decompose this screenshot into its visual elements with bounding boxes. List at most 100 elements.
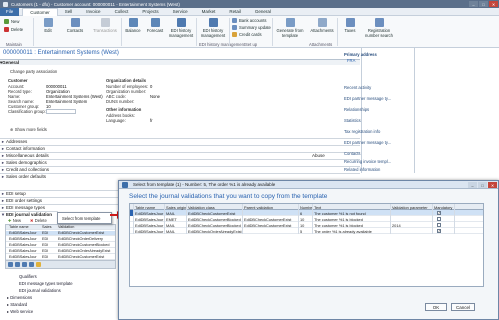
contacts-button[interactable]: Contacts — [62, 18, 88, 33]
mandatory-checkbox[interactable]: ✓ — [437, 229, 441, 233]
close-window-button[interactable]: ✕ — [489, 1, 498, 7]
tree-item[interactable]: EDI journal validations — [19, 288, 61, 293]
tree-item[interactable]: ▸ Dimensions — [7, 295, 32, 300]
change-party-link[interactable]: Change party association — [10, 69, 57, 74]
taxes-button[interactable]: Taxes — [340, 18, 360, 33]
factbox-relationships[interactable]: Relationships — [344, 106, 414, 112]
table-row[interactable]: EdiDBSalesJour EDI EdiDBCheckCustomerBlock… — [6, 243, 115, 248]
tab-projects[interactable]: Projects — [135, 8, 165, 16]
dialog-minimize-button[interactable]: – — [468, 182, 477, 188]
factbox-related-information[interactable]: Related information — [344, 166, 414, 172]
grid-header-sales[interactable]: Sales — [42, 225, 58, 229]
delete-button[interactable]: Delete — [4, 27, 23, 32]
table-row[interactable]: EdiDBSalesJour EDI EdiDBCheckCustomerExist — [6, 231, 115, 236]
balance-icon — [128, 18, 138, 27]
tab-sell[interactable]: Sell — [58, 8, 80, 16]
filter-icon[interactable] — [36, 262, 41, 267]
edi-history-button[interactable]: EDI history management — [167, 18, 195, 38]
dialog-maximize-button[interactable]: □ — [478, 182, 487, 188]
mandatory-checkbox[interactable]: ✓ — [437, 211, 441, 215]
tab-collect[interactable]: Collect — [108, 8, 136, 16]
summary-update-button[interactable]: Summary update — [232, 25, 271, 30]
first-record-icon[interactable] — [8, 262, 13, 267]
edit-button[interactable]: Edit — [38, 18, 58, 33]
new-button[interactable]: New — [4, 19, 19, 24]
fasttab-general[interactable]: ▾ General — [0, 59, 360, 65]
table-row[interactable]: EdiDBSalesJour EDI EdiDBCheckOrderAlreadyE… — [6, 249, 115, 254]
factbox-primary-address[interactable]: Primary address — [344, 51, 414, 57]
fasttab-sales-demographics[interactable]: ▸ Sales demographics — [0, 159, 360, 165]
factbox-edi-partner[interactable]: EDI partner message ty... — [344, 95, 414, 101]
previous-record-icon[interactable] — [15, 262, 20, 267]
new-icon — [4, 19, 9, 24]
mandatory-checkbox[interactable] — [437, 217, 441, 221]
mandatory-checkbox[interactable] — [437, 223, 441, 227]
ok-button[interactable]: OK — [425, 303, 447, 311]
app-icon — [3, 1, 8, 7]
language-label: Language: — [106, 118, 126, 123]
dialog-close-button[interactable]: ✕ — [488, 182, 497, 188]
edi-history-button-2[interactable]: EDI history management — [198, 18, 228, 38]
factbox-edi-partner-2[interactable]: EDI partner message ty... — [344, 139, 414, 145]
attachments-button[interactable]: Attachments — [308, 18, 336, 33]
table-row[interactable]: EdiDBSalesJour EDI EdiDBCheckOrderDelivery — [6, 237, 115, 242]
factbox-statistics[interactable]: Statistics — [344, 117, 414, 123]
dialog-icon — [122, 182, 128, 188]
cancel-button[interactable]: Cancel — [451, 303, 475, 311]
tree-item[interactable]: ▸ Web service — [7, 309, 33, 314]
tab-file[interactable]: File — [0, 7, 20, 16]
factbox-contacts[interactable]: Contacts — [344, 150, 414, 156]
credit-cards-button[interactable]: Credit cards — [232, 32, 262, 37]
registration-search-button[interactable]: Registration number search — [362, 18, 396, 38]
balance-button[interactable]: Balance — [123, 18, 143, 33]
employees-value[interactable]: 0 — [150, 84, 152, 89]
table-row[interactable]: EdiDBSalesJour MAIL EdiDBCheckOrderAlrea… — [130, 228, 483, 234]
tree-item[interactable]: ▸ Standard — [7, 302, 27, 307]
fasttab-credit-collections[interactable]: ▸ Credit and collections — [0, 166, 360, 172]
journal-new-button[interactable]: ✚ New — [8, 218, 21, 223]
tree-item[interactable]: Qualifiers — [19, 274, 37, 279]
fasttab-addresses[interactable]: ▸ Addresses — [0, 138, 360, 144]
tab-service[interactable]: Service — [166, 8, 195, 16]
factbox-recent-activity[interactable]: Recent activity — [344, 84, 414, 90]
journal-validation-grid: Table name Sales Validation EdiDBSalesJo… — [5, 224, 116, 260]
bank-icon — [232, 18, 237, 23]
transactions-button[interactable]: Transactions — [90, 18, 120, 33]
grid-header-table[interactable]: Table name — [6, 225, 42, 229]
grid-header-validation[interactable]: Validation — [58, 225, 113, 229]
bank-accounts-button[interactable]: Bank accounts — [232, 18, 266, 23]
search-name-value[interactable]: Entertainment System — [46, 99, 87, 104]
template-icon — [285, 18, 295, 27]
fasttab-edi-order-settings[interactable]: ▸ EDI order settings — [0, 197, 118, 203]
dialog-title-bar: Select from template (1) - Number: 5, Th… — [119, 181, 498, 189]
factbox-recurring-invoice[interactable]: Recurring invoice templ... — [344, 158, 414, 164]
language-value[interactable]: fr — [150, 118, 153, 123]
fasttab-sales-order-defaults[interactable]: ▸ Sales order defaults — [0, 173, 360, 179]
context-menu: Select from template — [57, 212, 112, 224]
journal-delete-button[interactable]: ✖ Delete — [30, 218, 47, 223]
fasttab-contact-information[interactable]: ▸ Contact information — [0, 145, 360, 151]
fasttab-miscellaneous[interactable]: ▸ Miscellaneous details Abuse — [0, 152, 360, 158]
tab-market[interactable]: Market — [195, 8, 223, 16]
tab-retail[interactable]: Retail — [222, 8, 248, 16]
factbox-tax-registration[interactable]: Tax registration info — [344, 128, 414, 134]
fasttab-edi-message-types[interactable]: ▸ EDI message types — [0, 204, 118, 210]
next-record-icon[interactable] — [22, 262, 27, 267]
show-more-fields-link[interactable]: ⊕ Show more fields — [10, 127, 47, 132]
maximize-button[interactable]: □ — [479, 1, 488, 7]
fasttab-edi-setup[interactable]: ▸ EDI setup — [0, 190, 118, 196]
tab-invoice[interactable]: Invoice — [79, 8, 107, 16]
forecast-button[interactable]: Forecast — [145, 18, 165, 33]
edi-history-icon — [208, 18, 218, 27]
tab-customer[interactable]: Customer — [22, 7, 58, 16]
classification-field[interactable] — [46, 109, 76, 114]
minimize-button[interactable]: – — [469, 1, 478, 7]
last-record-icon[interactable] — [29, 262, 34, 267]
abc-value[interactable]: None — [150, 94, 160, 99]
fasttab-edi-journal-validation[interactable]: ▾ EDI journal validation — [0, 211, 58, 217]
paperclip-icon — [317, 18, 327, 27]
tree-item[interactable]: EDI message types template — [19, 281, 73, 286]
tab-general[interactable]: General — [248, 8, 278, 16]
select-from-template-menu-item[interactable]: Select from template — [62, 216, 100, 221]
generate-template-button[interactable]: Generate from template — [274, 18, 306, 38]
